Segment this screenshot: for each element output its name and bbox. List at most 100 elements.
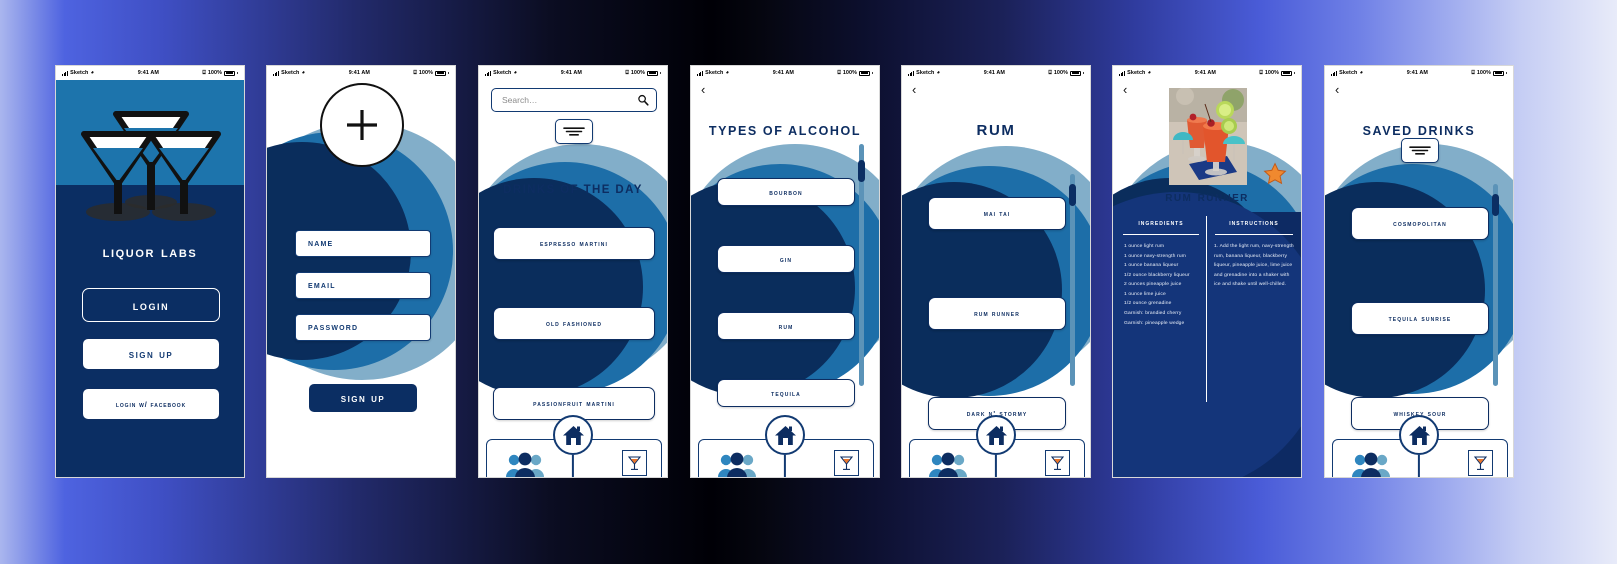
bluetooth-icon: ⍗ <box>625 69 629 76</box>
rum-drink-mai-tai[interactable]: Mai Tai <box>928 197 1066 230</box>
martini-glass-icon[interactable] <box>1468 450 1493 476</box>
status-time: 9:41 AM <box>560 70 582 76</box>
people-icon[interactable] <box>928 452 968 477</box>
signal-bars-icon <box>697 70 704 76</box>
back-chevron-icon[interactable]: ‹ <box>701 83 705 96</box>
rule-ingredients <box>1123 234 1199 235</box>
signal-bars-icon <box>485 70 492 76</box>
status-bar: Sketch ◕ 9:41 AM ⍗ 100% <box>1113 66 1301 80</box>
status-battery-pct: 100% <box>1476 70 1491 76</box>
alcohol-item-gin[interactable]: Gin <box>717 245 855 273</box>
back-chevron-icon[interactable]: ‹ <box>912 83 916 96</box>
alcohol-item-tequila[interactable]: Tequila <box>717 379 855 407</box>
page-title: Drinks Of The Day <box>503 184 643 196</box>
saved-drink-tequila-sunrise[interactable]: Tequila Sunrise <box>1351 302 1489 335</box>
phone-signup: Sketch ◕ 9:41 AM ⍗ 100% Name Email Passw… <box>266 65 456 478</box>
status-carrier: Sketch <box>705 70 724 76</box>
status-bar: Sketch ◕ 9:41 AM ⍗ 100% <box>691 66 879 80</box>
battery-icon <box>647 70 658 76</box>
rum-drink-rum-runner[interactable]: Rum Runner <box>928 297 1066 330</box>
signup-submit-button[interactable]: Sign Up <box>309 384 417 412</box>
signup-button[interactable]: Sign Up <box>82 338 220 370</box>
name-field[interactable]: Name <box>295 230 431 257</box>
email-field[interactable]: Email <box>295 272 431 299</box>
home-icon[interactable] <box>976 415 1016 455</box>
home-icon[interactable] <box>765 415 805 455</box>
status-battery-pct: 100% <box>630 70 645 76</box>
battery-icon <box>1070 70 1081 76</box>
home-icon[interactable] <box>553 415 593 455</box>
alcohol-item-rum[interactable]: Rum <box>717 312 855 340</box>
ingredient-item: 1/2 ounce grenadine <box>1124 301 1172 307</box>
wifi-icon: ◕ <box>301 70 306 76</box>
wifi-icon: ◕ <box>936 70 941 76</box>
signal-bars-icon <box>1331 70 1338 76</box>
status-bar: Sketch ◕ 9:41 AM ⍗ 100% <box>902 66 1090 80</box>
phone-rum: Sketch ◕ 9:41 AM ⍗ 100% ‹ Rum Mai Tai Ru… <box>901 65 1091 478</box>
scrollbar-thumb[interactable] <box>1492 194 1499 216</box>
screen-drinks-of-the-day: Sketch ◕ 9:41 AM ⍗ 100% Search… DRINKS O… <box>479 66 667 477</box>
scrollbar-thumb[interactable] <box>1069 184 1076 206</box>
status-battery-pct: 100% <box>207 70 222 76</box>
alcohol-item-bourbon[interactable]: Bourbon <box>717 178 855 206</box>
status-time: 9:41 AM <box>983 70 1005 76</box>
password-field[interactable]: Password <box>295 314 431 341</box>
people-icon[interactable] <box>505 452 545 477</box>
saved-drink-cosmopolitan[interactable]: Cosmopolitan <box>1351 207 1489 240</box>
bluetooth-icon: ⍗ <box>1048 69 1052 76</box>
home-icon[interactable] <box>1399 415 1439 455</box>
ingredient-item: 1 ounce banana liqueur <box>1124 263 1179 269</box>
status-time: 9:41 AM <box>1194 70 1216 76</box>
search-placeholder: Search… <box>502 95 538 105</box>
instruction-step: 1. Add the light rum, navy-strength rum,… <box>1214 244 1294 288</box>
bluetooth-icon: ⍗ <box>1471 69 1475 76</box>
martini-glass-icon[interactable] <box>834 450 859 476</box>
bluetooth-icon: ⍗ <box>837 69 841 76</box>
recipe-panel: Ingredients Instructions 1 ounce light r… <box>1113 212 1301 477</box>
home-stem <box>1417 455 1421 477</box>
home-stem <box>994 455 998 477</box>
wifi-icon: ◕ <box>1359 70 1364 76</box>
ingredient-item: 1 ounce navy-strength rum <box>1124 253 1186 259</box>
ingredient-item: Garnish: pineapple wedge <box>1124 320 1185 326</box>
drink-item-espresso-martini[interactable]: Espresso Martini <box>493 227 655 260</box>
people-icon[interactable] <box>717 452 757 477</box>
screen-recipe: Sketch ◕ 9:41 AM ⍗ 100% ‹ rum runner ing… <box>1113 66 1301 477</box>
screen-saved-drinks: Sketch ◕ 9:41 AM ⍗ 100% ‹ Saved Drinks <box>1325 66 1513 477</box>
wifi-icon: ◕ <box>513 70 518 76</box>
status-time: 9:41 AM <box>1406 70 1428 76</box>
home-stem <box>571 455 575 477</box>
filter-icon <box>1409 146 1431 155</box>
filter-icon <box>563 127 585 136</box>
login-button[interactable]: Login <box>82 288 220 322</box>
phone-recipe: Sketch ◕ 9:41 AM ⍗ 100% ‹ rum runner ing… <box>1112 65 1302 478</box>
status-time: 9:41 AM <box>772 70 794 76</box>
drink-item-old-fashioned[interactable]: Old Fashioned <box>493 307 655 340</box>
screen-signup: Sketch ◕ 9:41 AM ⍗ 100% Name Email Passw… <box>267 66 455 477</box>
ingredient-item: 1 ounce light rum <box>1124 244 1165 249</box>
page-title: Rum Runner <box>1165 189 1249 205</box>
search-input[interactable]: Search… <box>491 88 657 112</box>
signal-bars-icon <box>1119 70 1126 76</box>
status-time: 9:41 AM <box>348 70 370 76</box>
people-icon[interactable] <box>1351 452 1391 477</box>
martini-glass-icon[interactable] <box>622 450 647 476</box>
page-title: Types Of Alcohol <box>708 124 862 138</box>
status-carrier: Sketch <box>70 70 89 76</box>
login-with-facebook-button[interactable]: Login w/ Facebook <box>82 388 220 420</box>
bluetooth-icon: ⍗ <box>202 69 206 76</box>
instructions-text: 1. Add the light rum, navy-strength rum,… <box>1214 242 1296 290</box>
battery-icon <box>435 70 446 76</box>
scrollbar-thumb[interactable] <box>858 160 865 182</box>
signal-bars-icon <box>62 70 69 76</box>
filter-button[interactable] <box>1401 138 1439 163</box>
ingredient-item: 1/2 ounce blackberry liqueur <box>1124 272 1190 278</box>
filter-button[interactable] <box>555 119 593 144</box>
signal-bars-icon <box>908 70 915 76</box>
star-favorite-icon[interactable] <box>1263 162 1287 186</box>
back-chevron-icon[interactable]: ‹ <box>1335 83 1339 96</box>
status-carrier: Sketch <box>493 70 512 76</box>
add-profile-photo-button[interactable] <box>320 83 404 167</box>
back-chevron-icon[interactable]: ‹ <box>1123 83 1127 96</box>
martini-glass-icon[interactable] <box>1045 450 1070 476</box>
